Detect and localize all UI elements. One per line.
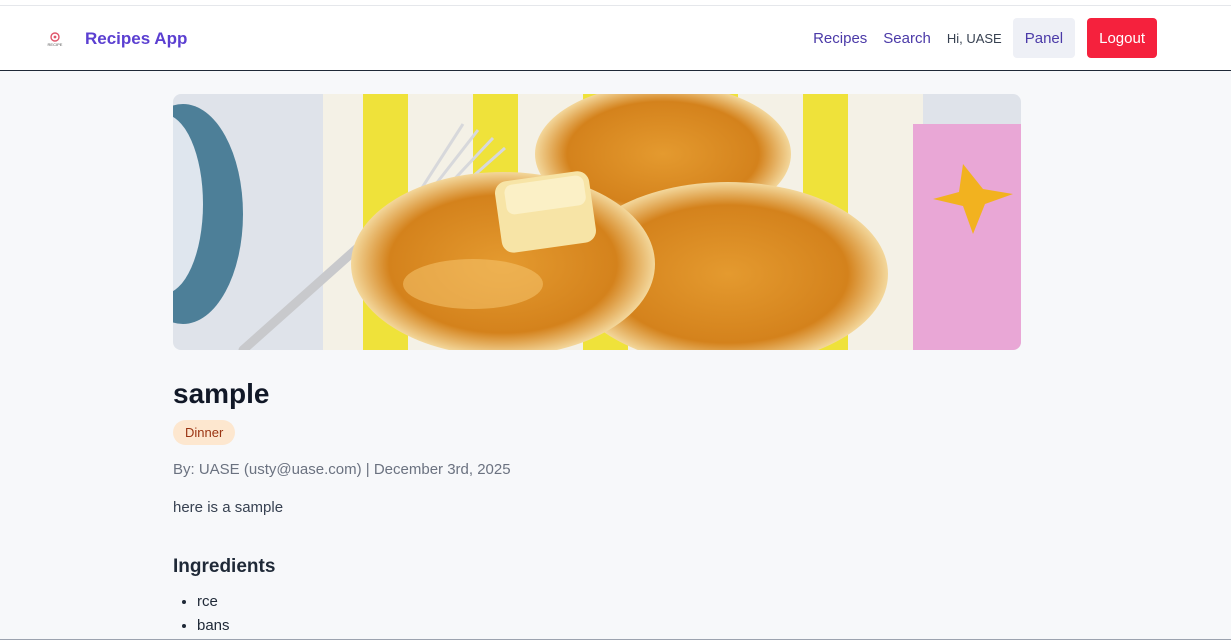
ingredient-item: rce [197,590,1021,614]
nav-recipes-link[interactable]: Recipes [813,30,867,47]
brand-name[interactable]: Recipes App [85,29,187,49]
recipe-title: sample [173,378,270,409]
user-greeting: Hi, UASE [946,30,1002,46]
recipe-byline: By: UASE (usty@uase.com) | December 3rd,… [173,461,511,478]
navbar: RECIPE Recipes App Recipes Search Hi, UA… [0,6,1231,71]
recipe-hero-image [173,94,1021,350]
nav-links: Recipes Search Hi, UASE Panel Logout [813,18,1157,58]
logout-button[interactable]: Logout [1087,18,1157,58]
recipe-detail: sample Dinner By: UASE (usty@uase.com) |… [173,94,1021,638]
logo-icon: RECIPE [44,28,66,50]
ingredients-list: rce bans [173,590,1021,638]
nav-search-link[interactable]: Search [883,30,931,47]
category-badge: Dinner [173,420,236,445]
logo-text: RECIPE [47,41,63,47]
ingredient-item: bans [197,614,1021,638]
panel-button[interactable]: Panel [1012,18,1076,58]
recipe-description: here is a sample [173,499,284,516]
brand[interactable]: RECIPE Recipes App [44,6,188,71]
ingredients-heading: Ingredients [173,556,276,577]
